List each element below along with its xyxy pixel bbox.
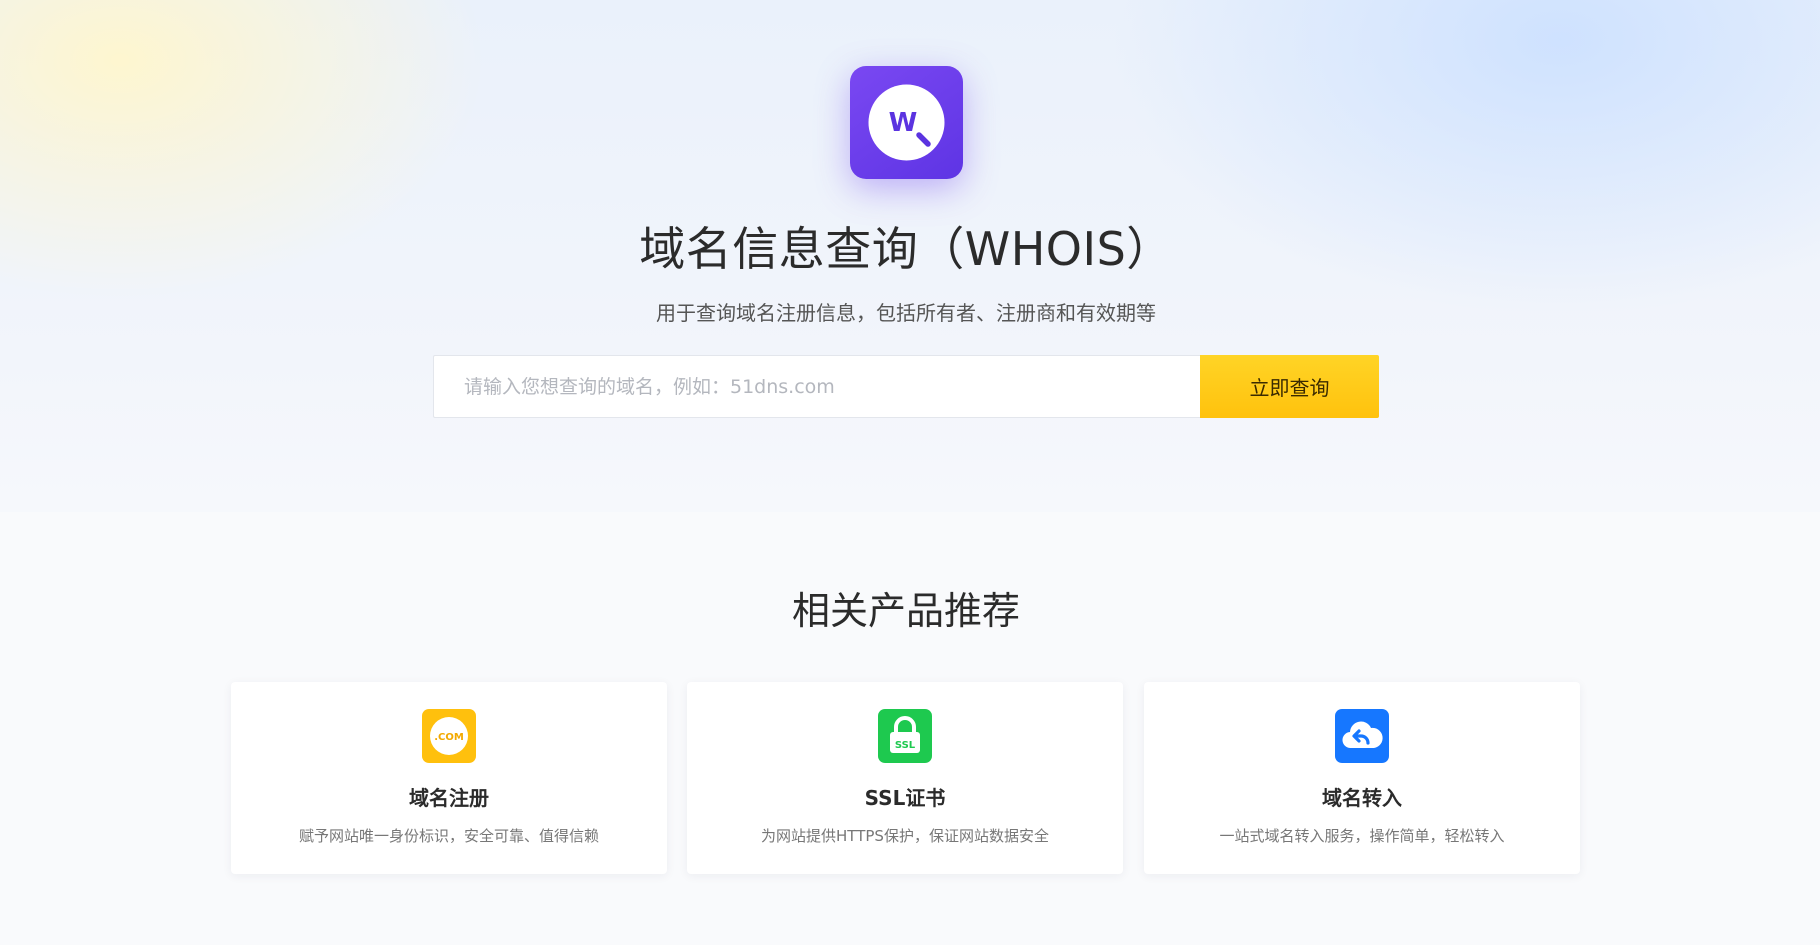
logo-letter: W [889,108,918,138]
ssl-lock-icon: SSL [878,709,932,763]
product-desc: 为网站提供HTTPS保护，保证网站数据安全 [761,827,1049,845]
product-card-domain-transfer[interactable]: 域名转入 一站式域名转入服务，操作简单，轻松转入 [1144,682,1580,874]
domain-search-input[interactable] [433,355,1200,418]
product-desc: 一站式域名转入服务，操作简单，轻松转入 [1219,827,1505,845]
product-card-ssl-certificate[interactable]: SSL SSL证书 为网站提供HTTPS保护，保证网站数据安全 [687,682,1123,874]
svg-text:.COM: .COM [434,732,464,743]
product-desc: 赋予网站唯一身份标识，安全可靠、值得信赖 [298,827,599,845]
product-card-domain-registration[interactable]: .COM 域名注册 赋予网站唯一身份标识，安全可靠、值得信赖 [231,682,667,874]
product-name: 域名注册 [409,786,489,810]
cloud-transfer-icon [1335,709,1389,763]
page-title: 域名信息查询（WHOIS） [639,222,1173,276]
whois-logo: W [850,66,963,179]
search-now-button[interactable]: 立即查询 [1200,355,1379,418]
hero-section: W 域名信息查询（WHOIS） 用于查询域名注册信息，包括所有者、注册商和有效期… [0,0,1820,512]
svg-text:SSL: SSL [895,740,916,751]
related-products-title: 相关产品推荐 [791,589,1020,633]
com-domain-icon: .COM [422,709,476,763]
whois-magnifier-icon: W [868,84,945,161]
product-name: 域名转入 [1322,786,1402,810]
page-subtitle: 用于查询域名注册信息，包括所有者、注册商和有效期等 [656,301,1156,325]
product-name: SSL证书 [864,786,946,810]
domain-search-bar: 立即查询 [433,355,1379,418]
